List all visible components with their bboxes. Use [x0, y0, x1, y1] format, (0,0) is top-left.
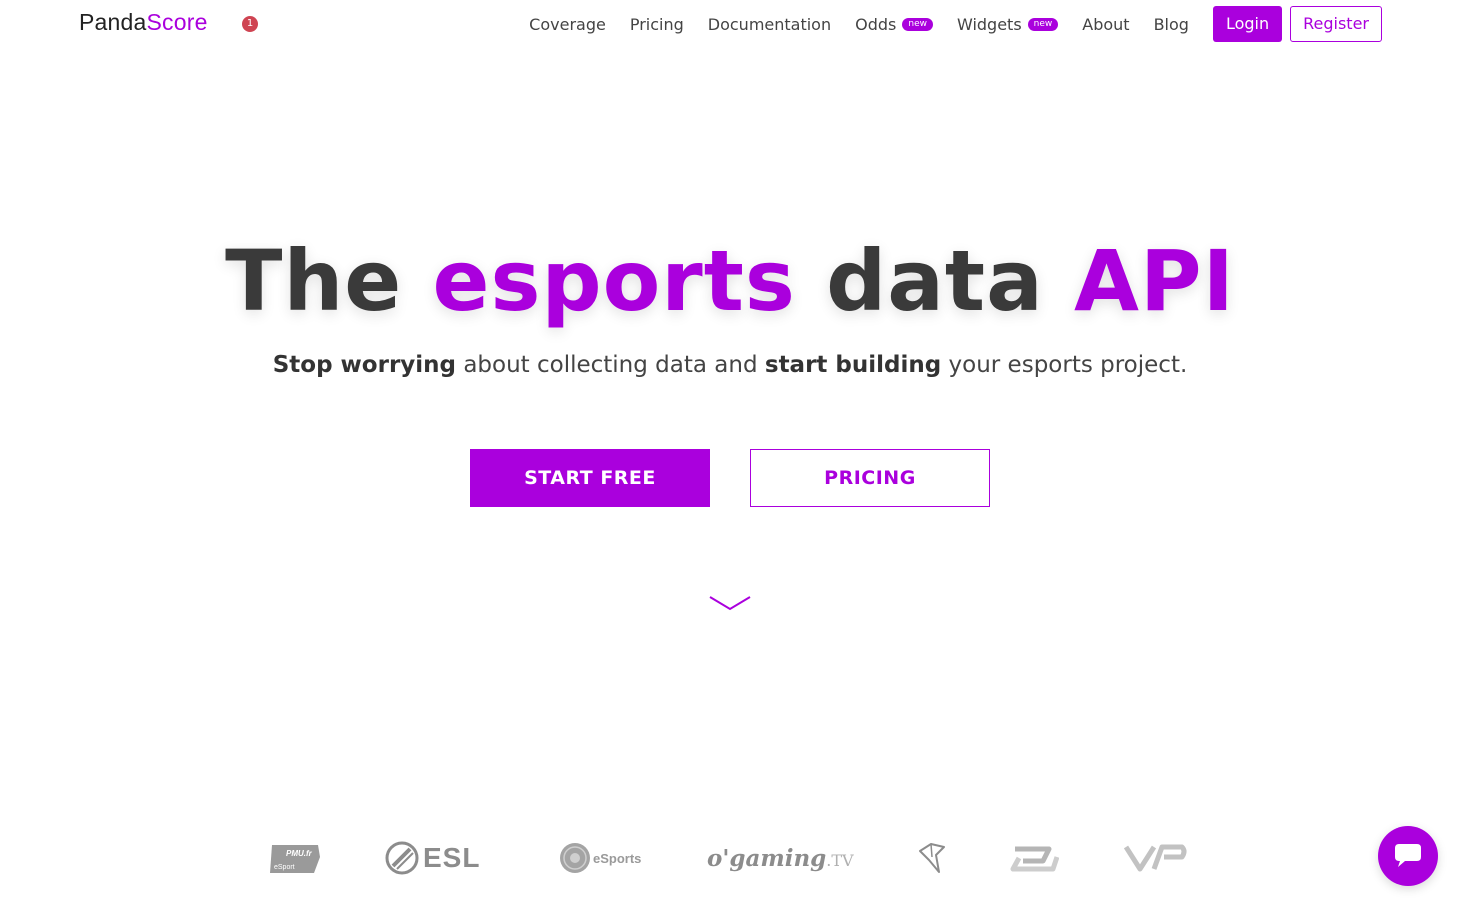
nav-link-coverage[interactable]: Coverage: [529, 15, 606, 34]
nav-link-label: Pricing: [629, 14, 684, 34]
psg-logo-text: eSports: [593, 850, 642, 866]
optic-emblem-icon: [1010, 846, 1059, 872]
vp-emblem-icon: [1124, 844, 1187, 872]
pmu-logo-line1: PMU.fr: [286, 849, 313, 858]
ogaming-logo-text: o'gaming: [707, 844, 827, 872]
pmu-esport-logo-graphic: PMU.fr eSport: [270, 845, 320, 873]
chat-icon: [1395, 844, 1421, 867]
chat-button[interactable]: [1378, 826, 1438, 886]
esl-emblem-icon: [385, 841, 419, 875]
psg-esports-logo: eSports: [559, 838, 649, 878]
nav-link-label: About: [1082, 14, 1130, 34]
ogaming-logo-suffix: .TV: [826, 850, 854, 870]
virtus-pro-logo: [1124, 838, 1190, 878]
start-free-button[interactable]: START FREE: [470, 449, 710, 507]
login-button[interactable]: Login: [1212, 6, 1283, 42]
hero-title-api: API: [1074, 232, 1235, 330]
subtitle-bold-stop: Stop worrying: [272, 352, 456, 378]
logo-part-panda: Panda: [79, 9, 147, 35]
esl-logo: ESL: [385, 838, 499, 878]
nav-link-documentation[interactable]: Documentation: [708, 15, 831, 34]
pmu-logo-line2: eSport: [274, 864, 295, 871]
wolf-team-logo: [917, 838, 949, 878]
nav-link-odds[interactable]: Odds new: [855, 15, 933, 34]
hero-title-data: data: [826, 232, 1044, 330]
nav-link-widgets[interactable]: Widgets new: [956, 14, 1059, 34]
subtitle-text-2: your esports project.: [948, 352, 1188, 378]
chevron-down-icon[interactable]: [709, 594, 751, 612]
hero-title: The esports data API: [0, 232, 1460, 330]
new-badge: new: [902, 17, 933, 31]
top-navbar: PandaScore 1 Coverage Pricing Documentat…: [0, 0, 1460, 48]
ogaming-tv-logo: o'gaming .TV: [707, 838, 859, 878]
register-button[interactable]: Register: [1290, 6, 1382, 42]
pmu-esport-logo: PMU.fr eSport: [268, 838, 324, 878]
nav-link-label: Documentation: [707, 14, 832, 34]
nav-link-label: Blog: [1153, 14, 1189, 34]
page: PandaScore 1 Coverage Pricing Documentat…: [0, 0, 1460, 903]
nav-link-blog[interactable]: Blog: [1154, 15, 1189, 34]
nav-links: Coverage Pricing Documentation Odds new …: [529, 6, 1382, 42]
wolf-head-icon: [919, 843, 945, 873]
nav-link-pricing[interactable]: Pricing: [630, 15, 684, 34]
psg-crest-icon: [560, 843, 590, 873]
optic-gaming-logo: [1009, 838, 1061, 878]
subtitle-text-1: about collecting data and: [463, 352, 758, 378]
nav-link-label: Coverage: [529, 14, 606, 34]
nav-link-label: Odds: [855, 14, 897, 34]
nav-link-label: Widgets: [956, 14, 1022, 34]
hero-title-the: The: [225, 232, 403, 330]
subtitle-bold-start: start building: [764, 352, 942, 378]
new-badge: new: [1027, 17, 1059, 31]
pricing-button[interactable]: PRICING: [750, 449, 990, 507]
nav-link-about[interactable]: About: [1082, 15, 1129, 34]
hero-subtitle: Stop worrying about collecting data and …: [0, 352, 1460, 378]
notification-badge[interactable]: 1: [242, 16, 258, 32]
logo-part-score: Score: [146, 9, 208, 35]
pandascore-logo[interactable]: PandaScore: [79, 9, 208, 36]
esl-logo-text: ESL: [423, 842, 481, 873]
hero-title-esports: esports: [432, 232, 796, 330]
